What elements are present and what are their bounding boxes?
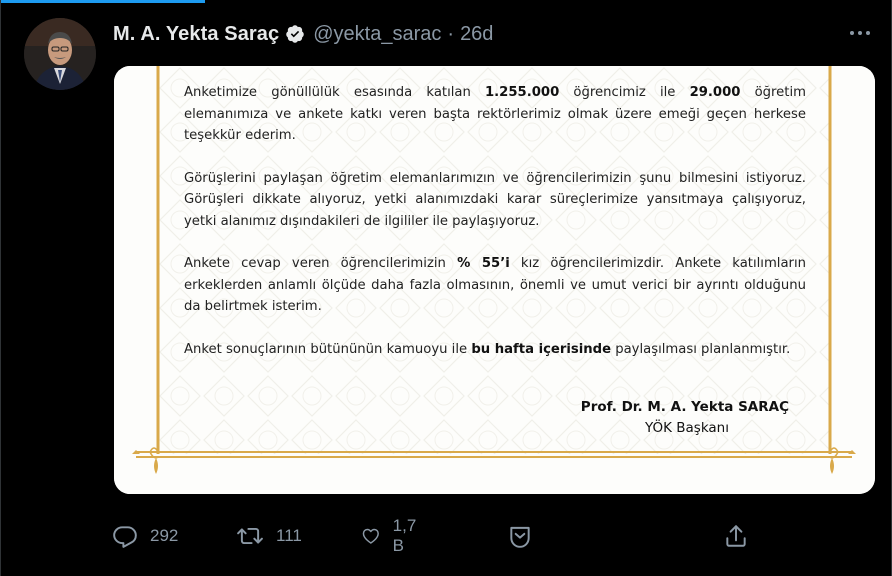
signature-title: YÖK Başkanı — [644, 420, 729, 436]
student-count: 1.255.000 — [485, 85, 560, 100]
verified-badge-icon — [285, 24, 305, 44]
like-count: 1,7 B — [392, 516, 417, 555]
share-icon — [726, 525, 746, 547]
heart-icon — [362, 528, 379, 544]
tweet-image[interactable]: Anketimize gönüllülük esasında katılan 1… — [114, 66, 875, 494]
paragraph-results: Anket sonuçlarının bütününün kamuoyu ile… — [184, 339, 806, 361]
letter-body: Anketimize gönüllülük esasında katılan 1… — [184, 82, 806, 360]
paragraph-feedback: Görüşlerini paylaşan öğretim elemanlarım… — [184, 170, 806, 229]
share-button[interactable] — [723, 520, 749, 552]
paragraph-thanks: Anketimize gönüllülük esasında katılan 1… — [184, 82, 806, 147]
active-tab-indicator — [0, 0, 205, 3]
retweet-button[interactable]: 111 — [236, 520, 302, 552]
text-segment: Ankete cevap veren öğrencilerimizin — [184, 256, 458, 271]
timestamp[interactable]: 26d — [460, 23, 493, 46]
retweet-count: 111 — [276, 526, 302, 545]
separator-dot: · — [447, 22, 455, 45]
signature-name: Prof. Dr. M. A. Yekta SARAÇ — [580, 399, 789, 415]
paragraph-statistics: Ankete cevap veren öğrencilerimizin % 55… — [184, 253, 806, 318]
tweet-header: M. A. Yekta Saraç @yekta_sarac · 26d — [113, 20, 493, 48]
faculty-count: 29.000 — [689, 85, 741, 100]
avatar-image — [24, 18, 96, 90]
bookmark-button[interactable] — [507, 520, 533, 552]
emphasis-this-week: bu hafta içerisinde — [471, 341, 612, 357]
percentage-value: % 55’i — [457, 256, 510, 271]
reply-button[interactable]: 292 — [112, 520, 178, 552]
column-border-left — [0, 0, 1, 576]
reply-icon — [113, 526, 137, 548]
bookmark-icon — [510, 526, 530, 548]
text-segment: paylaşılması planlanmıştır. — [611, 341, 791, 357]
text-segment: Anket sonuçlarının bütününün kamuoyu ile — [184, 341, 472, 357]
text-segment: Anketimize gönüllülük esasında katılan — [184, 85, 485, 100]
text-segment: öğrencimiz ile — [559, 85, 690, 100]
display-name[interactable]: M. A. Yekta Saraç — [113, 23, 279, 46]
like-button[interactable]: 1,7 B — [361, 516, 423, 555]
avatar[interactable] — [24, 18, 96, 90]
more-dots-icon[interactable] — [846, 23, 874, 43]
reply-count: 292 — [150, 526, 179, 545]
user-handle[interactable]: @yekta_sarac — [313, 23, 441, 46]
retweet-icon — [237, 527, 263, 545]
